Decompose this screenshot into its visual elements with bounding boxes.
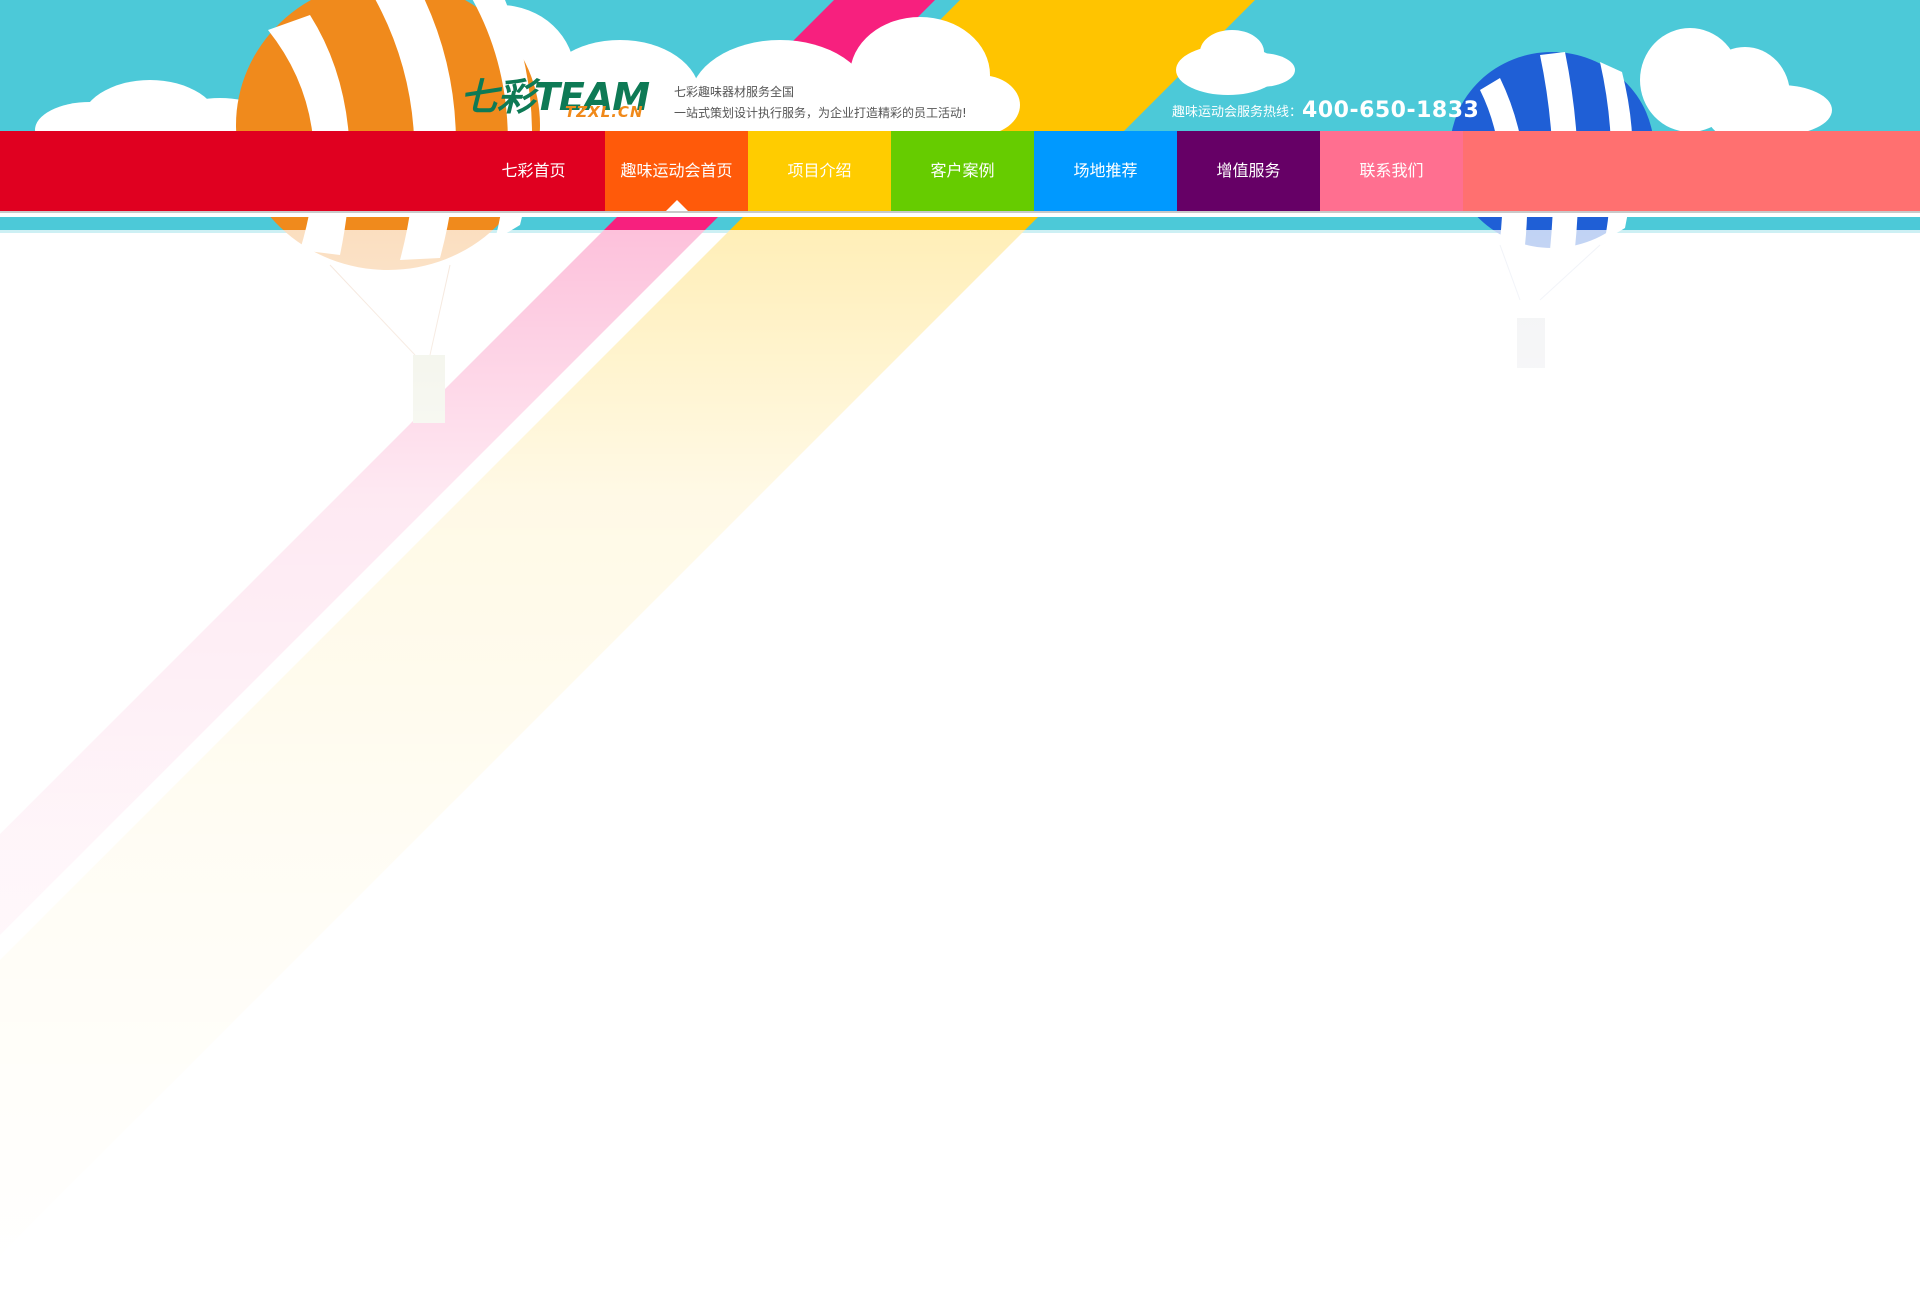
hotline: 趣味运动会服务热线：400-650-1833 (1172, 98, 1479, 123)
nav-item-label: 七彩首页 (501, 161, 566, 180)
nav-item-home[interactable]: 七彩首页 (462, 131, 605, 211)
nav-item-label: 项目介绍 (787, 161, 852, 180)
hotline-label: 趣味运动会服务热线： (1172, 105, 1303, 120)
nav-item-services[interactable]: 增值服务 (1177, 131, 1320, 211)
nav-item-label: 增值服务 (1216, 161, 1281, 180)
nav-item-contact[interactable]: 联系我们 (1320, 131, 1463, 211)
nav-item-cases[interactable]: 客户案例 (891, 131, 1034, 211)
nav-item-venues[interactable]: 场地推荐 (1034, 131, 1177, 211)
slogan-line-1: 七彩趣味器材服务全国 (674, 85, 795, 99)
background-fade (0, 230, 1920, 1299)
cloud-right (1640, 28, 1832, 143)
main-nav: 七彩首页 趣味运动会首页 项目介绍 客户案例 场地推荐 增值服务 联系我们 (0, 131, 1920, 211)
nav-item-projects[interactable]: 项目介绍 (748, 131, 891, 211)
nav-item-label: 趣味运动会首页 (620, 161, 733, 180)
active-indicator-icon (665, 200, 688, 211)
nav-item-fun-games-home[interactable]: 趣味运动会首页 (605, 131, 748, 211)
hotline-number: 400-650-1833 (1302, 98, 1480, 123)
slogan: 七彩趣味器材服务全国 一站式策划设计执行服务，为企业打造精彩的员工活动! (674, 82, 967, 124)
nav-item-label: 场地推荐 (1073, 161, 1138, 180)
nav-items: 七彩首页 趣味运动会首页 项目介绍 客户案例 场地推荐 增值服务 联系我们 (462, 131, 1463, 211)
nav-item-label: 客户案例 (930, 161, 995, 180)
slogan-line-2: 一站式策划设计执行服务，为企业打造精彩的员工活动! (674, 106, 967, 120)
nav-item-label: 联系我们 (1359, 161, 1424, 180)
logo-domain: TZXL.CN (565, 103, 644, 121)
nav-divider-highlight (0, 213, 1920, 217)
page: 七彩TEAM TZXL.CN 七彩趣味器材服务全国 一站式策划设计执行服务，为企… (0, 0, 1920, 1299)
